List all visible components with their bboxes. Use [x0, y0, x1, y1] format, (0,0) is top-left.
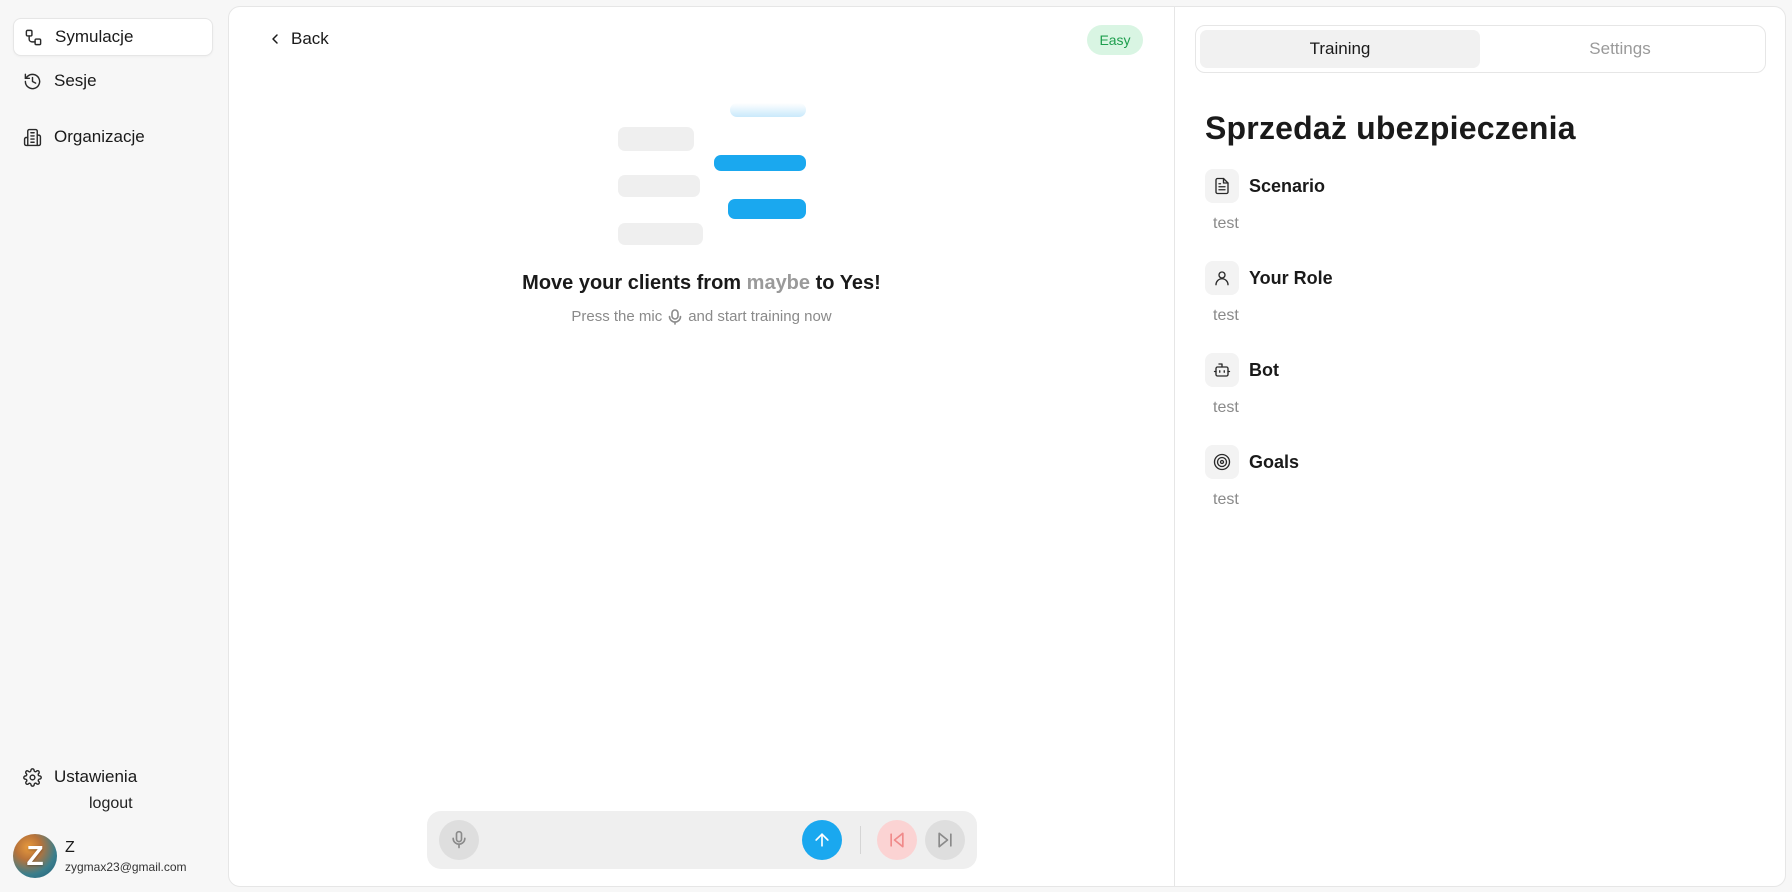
illustration-bubble	[618, 223, 703, 245]
section-label: Goals	[1249, 451, 1300, 472]
section-value: test	[1213, 399, 1239, 416]
settings-label: Ustawienia	[54, 767, 138, 786]
section-label: Scenario	[1249, 175, 1326, 196]
section-goals: Goals test	[1205, 445, 1765, 509]
building-icon	[23, 128, 42, 146]
history-icon	[24, 73, 41, 89]
section-value: test	[1213, 491, 1239, 508]
hero-title-muted: maybe	[746, 272, 811, 294]
sidebar-item-label: Symulacje	[55, 27, 134, 46]
section-scenario: Scenario test	[1205, 169, 1765, 233]
chevron-left-icon	[272, 34, 278, 44]
bot-icon	[1213, 363, 1231, 377]
avatar: Z	[13, 834, 57, 878]
illustration-bubble	[728, 199, 806, 219]
hero-title-text: to	[815, 272, 835, 294]
illustration-bubble	[730, 103, 806, 117]
sidebar: Symulacje Sesje Organizacje Ustawienia l…	[0, 0, 226, 892]
hero-title-text: Move your clients from	[522, 272, 742, 294]
tab-bar: Training Settings	[1195, 25, 1766, 73]
sidebar-item-symulacje[interactable]: Symulacje	[13, 18, 213, 56]
section-your-role: Your Role test	[1205, 261, 1765, 325]
illustration-bubble	[618, 175, 700, 197]
sidebar-item-label: Sesje	[54, 71, 97, 90]
target-icon	[1213, 453, 1231, 471]
composer-divider	[860, 826, 861, 854]
settings-button[interactable]: Ustawienia	[13, 758, 213, 796]
user-profile[interactable]: Z Z zygmax23@gmail.com	[13, 834, 187, 878]
arrow-up-icon	[815, 833, 829, 847]
back-button[interactable]: Back	[267, 29, 329, 49]
difficulty-badge: Easy	[1087, 25, 1143, 55]
mic-icon	[452, 830, 466, 849]
skip-back-icon	[890, 832, 904, 848]
sidebar-item-sesje[interactable]: Sesje	[13, 62, 213, 100]
user-email: zygmax23@gmail.com	[65, 859, 187, 874]
tab-training[interactable]: Training	[1200, 30, 1480, 68]
skip-back-button[interactable]	[877, 820, 917, 860]
composer-bar	[427, 811, 977, 869]
section-value: test	[1213, 307, 1239, 324]
page-title: Sprzedaż ubezpieczenia	[1205, 110, 1576, 146]
section-bot: Bot test	[1205, 353, 1765, 417]
main-panel: Back Easy Move your clients from maybe t…	[228, 6, 1786, 887]
logout-link[interactable]: logout	[89, 795, 133, 813]
section-label: Bot	[1249, 359, 1279, 380]
illustration-bubble	[618, 127, 694, 151]
gear-icon	[23, 767, 42, 787]
hero-title-bold: Yes!	[839, 272, 881, 294]
section-value: test	[1213, 215, 1239, 232]
skip-forward-icon	[938, 832, 952, 848]
user-name: Z	[65, 838, 75, 856]
hero-subtitle-text: Press the mic	[571, 308, 663, 325]
hero-subtitle-text: and start training now	[688, 308, 832, 325]
mic-button[interactable]	[439, 820, 479, 860]
sidebar-item-label: Organizacje	[54, 127, 145, 146]
section-label: Your Role	[1249, 267, 1333, 288]
illustration-bubble	[714, 155, 806, 171]
chat-illustration	[618, 103, 808, 245]
document-icon	[1215, 177, 1229, 195]
panel-divider	[1174, 7, 1175, 886]
sidebar-item-organizacje[interactable]: Organizacje	[13, 118, 213, 156]
send-button[interactable]	[802, 820, 842, 860]
skip-forward-button[interactable]	[925, 820, 965, 860]
hero-subtitle: Press the mic and start training now	[229, 308, 1174, 325]
mic-icon	[668, 308, 682, 325]
workflow-icon	[25, 29, 42, 45]
user-icon	[1215, 271, 1229, 286]
tab-settings[interactable]: Settings	[1480, 30, 1760, 68]
back-label: Back	[291, 29, 329, 48]
hero-title: Move your clients from maybe to Yes!	[229, 272, 1174, 295]
